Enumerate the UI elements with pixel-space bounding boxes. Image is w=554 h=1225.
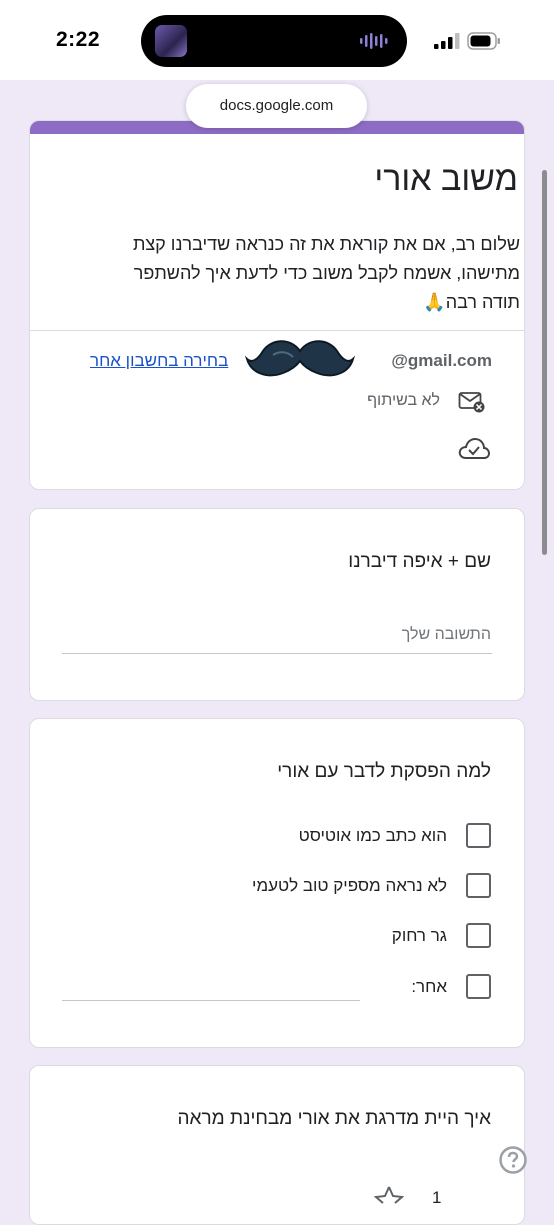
checkbox[interactable] [466,823,491,848]
short-answer-input[interactable]: התשובה שלך [402,626,491,644]
checkbox[interactable] [466,974,491,999]
question-card [29,1065,525,1225]
clock-time: 2:22 [56,28,101,51]
description-line: תודה רבה🙏 [423,292,520,312]
answer-underline [62,653,492,654]
checkbox-option[interactable]: הוא כתב כמו אוטיסט [191,823,491,853]
dynamic-island[interactable] [141,15,407,67]
description-line: מתישהו, אשמח לקבל משוב כדי לדעת איך להשת… [133,263,520,283]
star-icon[interactable] [374,1185,404,1205]
checkbox-option[interactable]: גר רחוק [191,923,491,953]
option-label: אחר: [411,977,447,996]
now-playing-artwork [155,25,187,57]
mail-off-icon [458,392,485,413]
form-title: משוב אורי [374,160,518,198]
scrollbar[interactable] [542,170,547,555]
option-label: לא נראה מספיק טוב לטעמי [252,876,447,895]
battery-icon [467,32,500,50]
rating-label: 1 [432,1188,442,1207]
form-description: שלום רב, אם את קוראת את זה כנראה שדיברנו… [80,230,520,317]
not-shared-label: לא בשיתוף [367,392,440,409]
checkbox-option[interactable]: לא נראה מספיק טוב לטעמי [191,873,491,903]
cellular-signal-icon [434,33,460,49]
option-label: גר רחוק [391,926,447,945]
cloud-check-icon [458,437,490,459]
header-divider [29,330,525,331]
checkbox[interactable] [466,873,491,898]
question-title: למה הפסקת לדבר עם אורי [277,761,491,782]
url-bar[interactable]: docs.google.com [186,84,367,128]
question-title: שם + איפה דיברנו [348,551,491,572]
description-line: שלום רב, אם את קוראת את זה כנראה שדיברנו… [132,234,520,254]
account-email: @gmail.com [391,351,492,370]
checkbox[interactable] [466,923,491,948]
option-label: הוא כתב כמו אוטיסט [298,826,447,845]
question-card [29,508,525,701]
switch-account-link[interactable]: בחירה בחשבון אחר [90,351,228,371]
mustache-sticker [245,340,355,377]
question-title: איך היית מדרגת את אורי מבחינת מראה [177,1108,491,1129]
status-bar: 2:22 [0,0,554,80]
other-text-input[interactable] [62,1000,360,1001]
audio-wave-icon [360,33,388,49]
help-icon[interactable] [498,1145,528,1175]
